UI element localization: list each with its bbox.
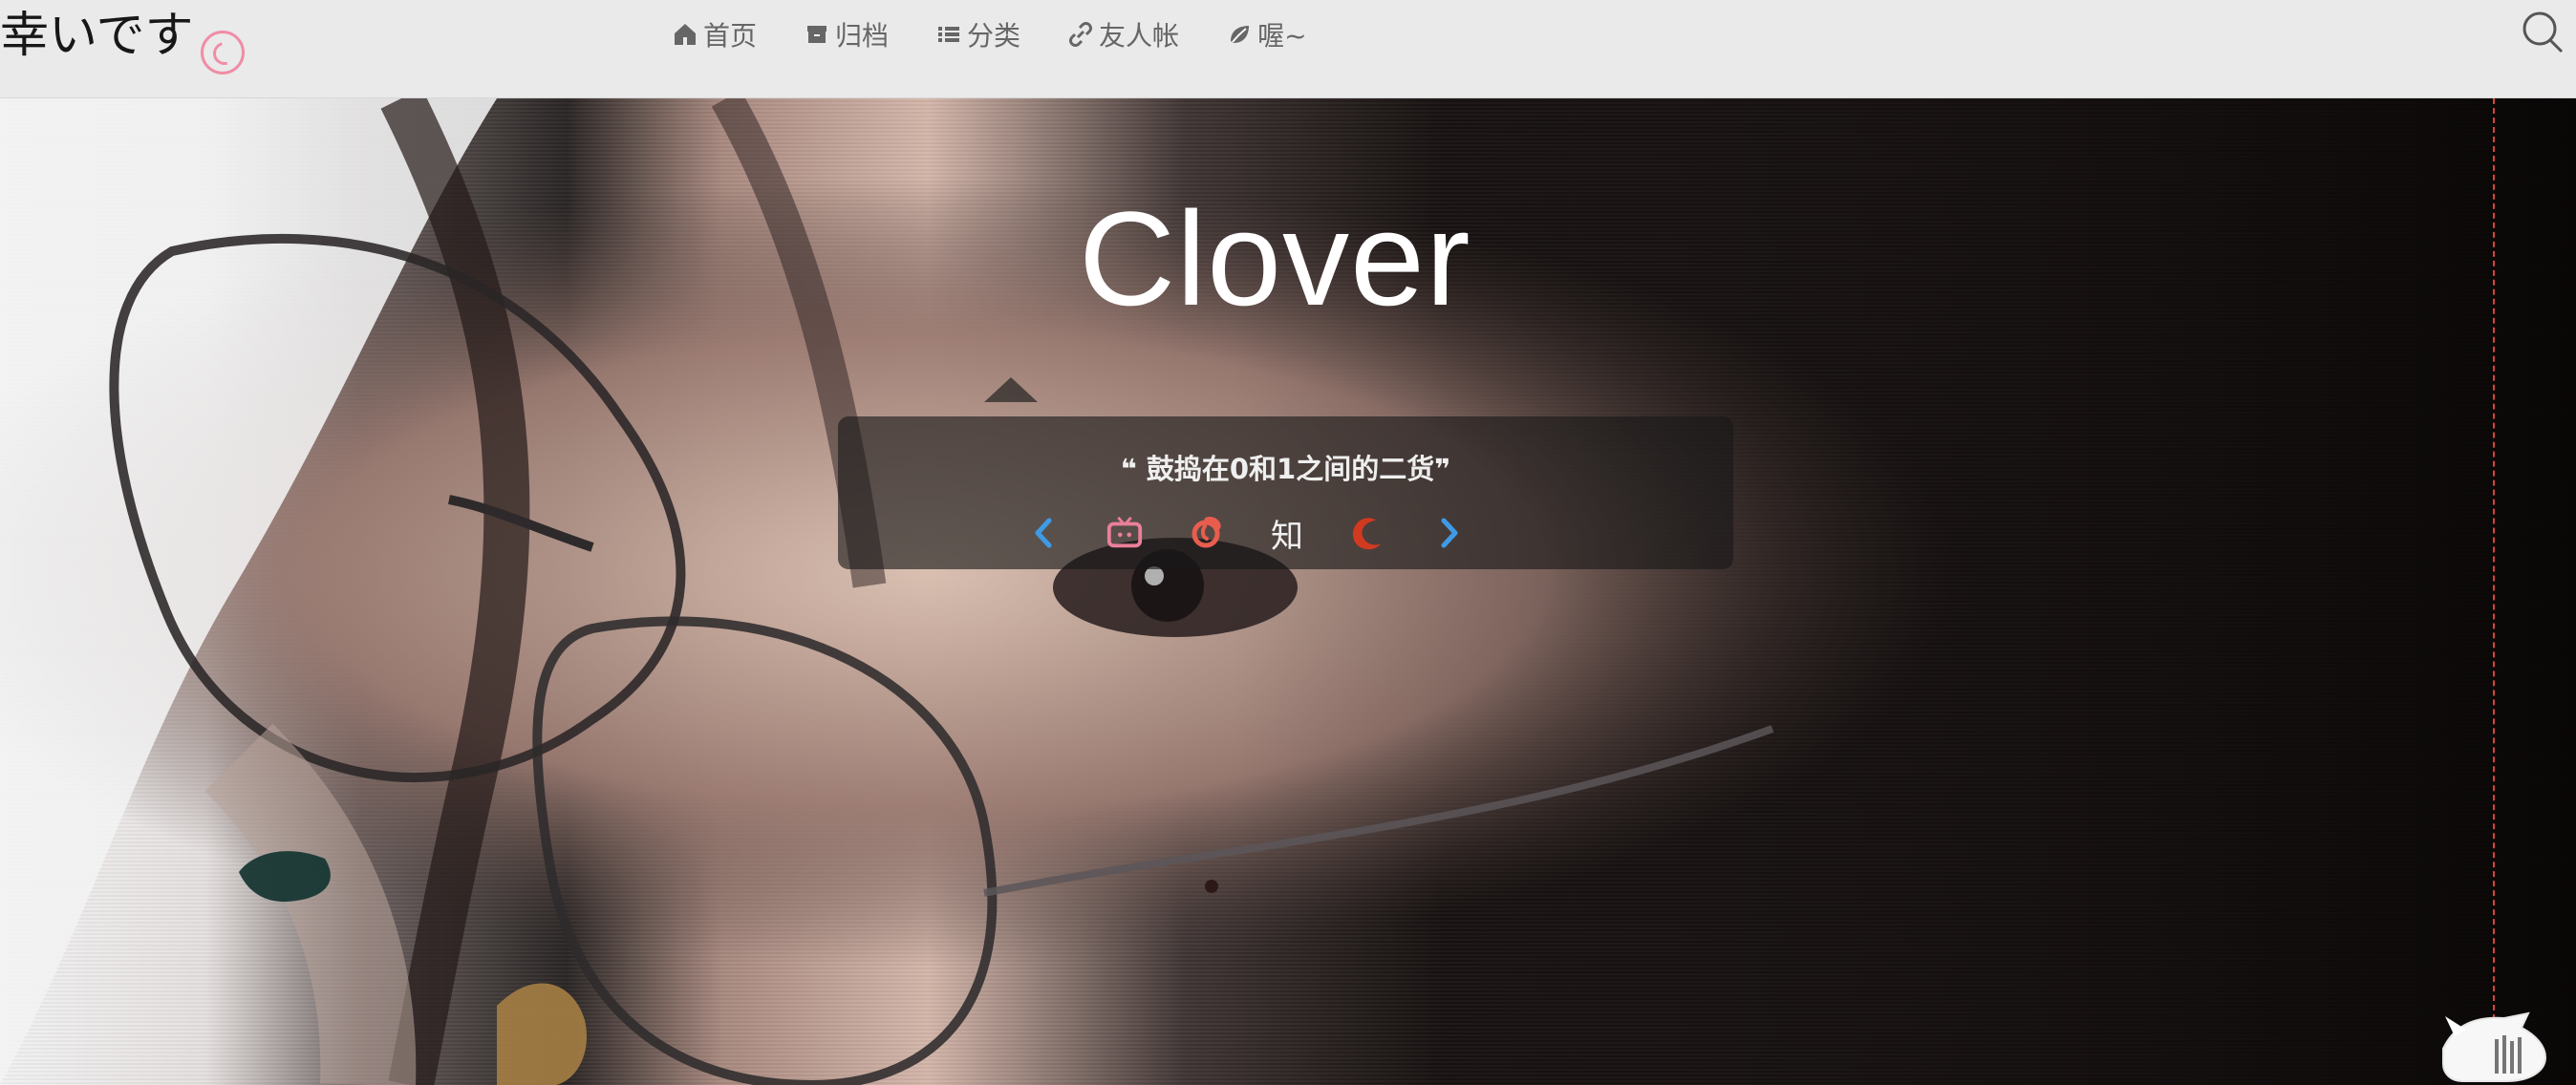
nav-item-archive[interactable]: 归档 — [805, 16, 889, 53]
link-icon — [1068, 22, 1093, 47]
main-navigation: 首页 归档 分类 友人帐 喔~ — [673, 16, 1307, 53]
zhihu-icon: 知 — [1271, 517, 1303, 556]
brand-swirl-icon — [201, 31, 246, 74]
leaf-icon — [1227, 22, 1252, 47]
crescent-icon — [1352, 518, 1382, 550]
nav-label-home: 首页 — [703, 20, 758, 52]
nav-label-oh: 喔~ — [1257, 20, 1307, 52]
crescent-link[interactable] — [1349, 514, 1387, 552]
profile-info-card: ❝ 鼓捣在0和1之间的二货❞ 知 — [838, 416, 1733, 569]
chevron-left-icon — [1035, 518, 1052, 548]
list-icon — [936, 22, 961, 47]
brand-logo[interactable]: 幸いです — [0, 4, 246, 74]
search-button[interactable] — [2519, 9, 2565, 55]
nav-item-home[interactable]: 首页 — [673, 16, 757, 53]
nav-label-categories: 分类 — [967, 20, 1021, 52]
previous-button[interactable] — [1024, 514, 1063, 552]
mascot-icon — [2442, 1011, 2547, 1082]
top-header: 幸いです 首页 归档 分类 友人帐 喔~ — [0, 0, 2576, 98]
next-button[interactable] — [1430, 514, 1469, 552]
bilibili-tv-icon — [1106, 516, 1143, 548]
scroll-divider — [2493, 98, 2495, 1049]
netease-music-link[interactable] — [1187, 514, 1225, 552]
info-pointer — [984, 377, 1038, 402]
search-icon — [2522, 11, 2564, 53]
nav-item-categories[interactable]: 分类 — [936, 16, 1020, 53]
hero-banner: Clover ❝ 鼓捣在0和1之间的二货❞ 知 — [0, 98, 2576, 1085]
chevron-right-icon — [1441, 518, 1458, 548]
nav-label-friends: 友人帐 — [1099, 20, 1180, 52]
home-icon — [673, 22, 698, 47]
social-links: 知 — [1024, 514, 1469, 556]
netease-music-icon — [1191, 517, 1221, 548]
nav-item-friends[interactable]: 友人帐 — [1068, 16, 1179, 53]
nav-item-oh[interactable]: 喔~ — [1227, 16, 1307, 53]
archive-icon — [805, 22, 829, 47]
zhihu-link[interactable]: 知 — [1268, 514, 1306, 556]
brand-text: 幸いです — [0, 8, 194, 64]
nav-label-archive: 归档 — [835, 20, 890, 52]
bilibili-link[interactable] — [1106, 514, 1144, 552]
site-title: Clover — [1079, 183, 1471, 333]
site-motto: ❝ 鼓捣在0和1之间的二货❞ — [1120, 453, 1451, 485]
floating-mascot[interactable] — [2437, 1009, 2549, 1085]
